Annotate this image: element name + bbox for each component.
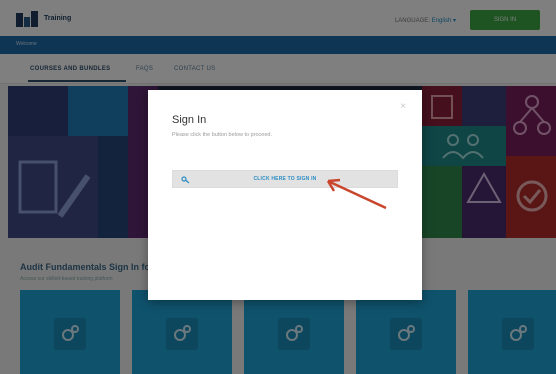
key-icon — [181, 176, 190, 184]
close-icon[interactable]: × — [398, 102, 408, 112]
modal-title: Sign In — [172, 114, 207, 126]
modal-description: Please click the button below to proceed… — [172, 132, 272, 138]
red-arrow — [326, 178, 387, 210]
page: Training LANGUAGE: English ▾ SIGN IN Wel… — [0, 0, 556, 374]
